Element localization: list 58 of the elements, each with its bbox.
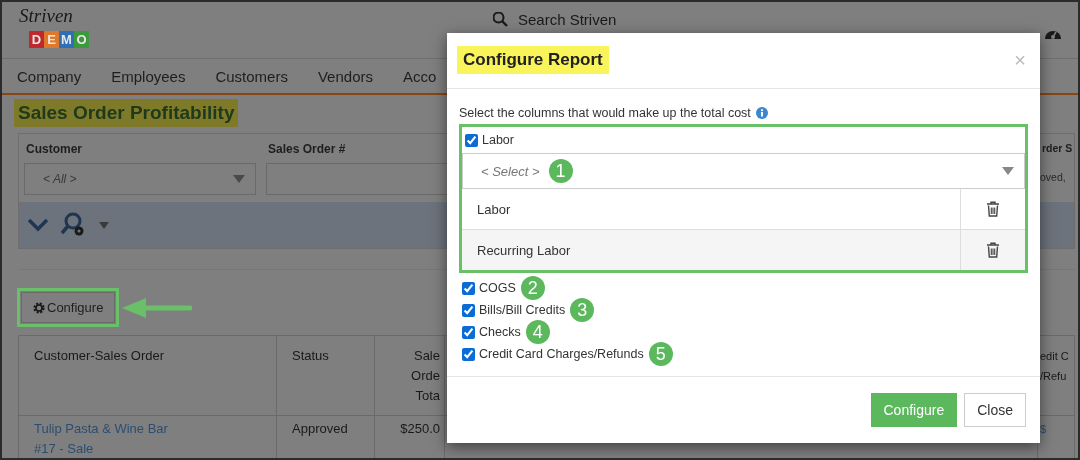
dialog-title: Configure Report — [457, 45, 609, 74]
arrow — [122, 297, 193, 318]
text-field[interactable]: oved, — [1040, 161, 1074, 193]
checkbox-label: Credit Card Charges/Refunds — [479, 347, 644, 361]
number-badge: 2 — [520, 276, 545, 300]
delete-button[interactable] — [986, 242, 1000, 258]
checkbox[interactable] — [462, 281, 475, 295]
gear-icon — [33, 301, 45, 314]
list-item-text: Recurring Labor — [462, 230, 961, 270]
logo-letter: O — [74, 31, 89, 48]
table-cell: Approved — [277, 416, 375, 458]
nav-item[interactable]: Employees — [111, 67, 186, 85]
number-badge: 4 — [525, 320, 550, 344]
delete-button[interactable] — [986, 201, 1000, 217]
checkbox-label: Labor — [482, 133, 514, 147]
search-field[interactable]: Search Striven — [518, 11, 648, 28]
checkbox[interactable] — [462, 347, 475, 361]
select-field[interactable]: < Select > 1 — [462, 153, 1025, 189]
trash-icon — [986, 201, 1000, 217]
column-header: Customer-Sales Order — [19, 336, 277, 416]
trash-icon — [986, 242, 1000, 258]
column-header: Sale Orde Tota — [375, 336, 445, 416]
filter-label: Customer — [25, 141, 82, 158]
caret-icon — [233, 175, 245, 183]
checkbox[interactable] — [462, 325, 475, 339]
checkbox[interactable] — [465, 133, 478, 147]
logo-letter: E — [44, 31, 59, 48]
chevron-down-icon — [27, 218, 49, 232]
number-badge: 1 — [548, 159, 573, 183]
checkbox-label: Checks — [479, 325, 521, 339]
column-header: Status — [277, 336, 375, 416]
customer-select[interactable]: < All > — [24, 163, 256, 195]
list-item-text: Labor — [462, 189, 961, 229]
logo-letter: M — [59, 31, 74, 48]
logo-wordmark: Striven — [19, 6, 74, 26]
caret-icon — [1002, 167, 1014, 175]
checkbox-label: Bills/Bill Credits — [479, 303, 566, 317]
logo-letter: D — [29, 31, 44, 48]
info-icon — [755, 107, 768, 119]
nav-item[interactable]: Vendors — [317, 67, 373, 85]
nav-item[interactable]: Acco — [403, 67, 437, 85]
number-badge: 5 — [648, 342, 673, 366]
checkbox-label: COGS — [479, 281, 516, 295]
configure-button[interactable]: Configure — [21, 292, 116, 323]
table-link[interactable]: Tulip Pasta & Wine Bar #17 - Sale — [19, 416, 277, 458]
close-button[interactable]: Close — [964, 393, 1026, 427]
configure-button[interactable]: Configure — [870, 393, 958, 427]
filter-label: rder S — [1041, 141, 1073, 156]
checkbox[interactable] — [462, 303, 475, 317]
search-icon — [493, 12, 508, 27]
nav-item[interactable]: Customers — [215, 67, 288, 85]
filter-label: Sales Order # — [267, 141, 346, 158]
number-badge: 3 — [570, 298, 595, 322]
nav-item[interactable]: Company — [17, 67, 82, 85]
instruction-text: Select the columns that would make up the total cost — [459, 106, 751, 120]
table-cell: $250.0 — [375, 416, 445, 458]
page-title: Sales Order Profitability — [14, 99, 239, 127]
caret-icon — [99, 221, 109, 229]
